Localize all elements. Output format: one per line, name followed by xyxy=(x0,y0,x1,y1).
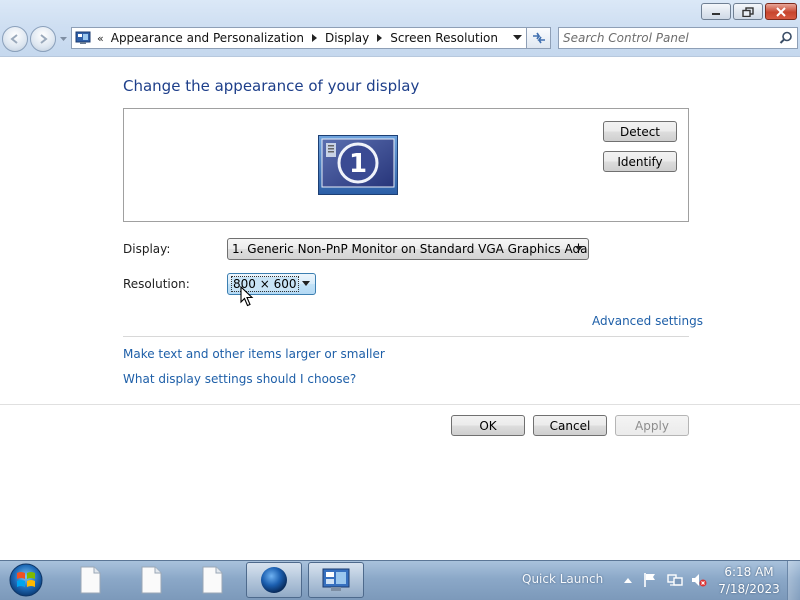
close-icon xyxy=(776,6,786,17)
breadcrumb-appearance[interactable]: Appearance and Personalization xyxy=(111,31,304,45)
control-panel-icon xyxy=(75,31,91,44)
search-icon[interactable] xyxy=(779,31,793,45)
ok-button[interactable]: OK xyxy=(451,415,525,436)
taskbar-item-document[interactable] xyxy=(184,562,240,598)
page-title: Change the appearance of your display xyxy=(123,77,420,95)
start-button[interactable] xyxy=(6,562,46,598)
chevron-down-icon xyxy=(302,281,310,286)
volume-muted-icon[interactable] xyxy=(691,572,707,588)
advanced-settings-link[interactable]: Advanced settings xyxy=(592,314,703,328)
search-input[interactable] xyxy=(563,30,773,46)
refresh-button[interactable] xyxy=(527,27,551,49)
breadcrumb-separator-icon[interactable] xyxy=(311,34,318,42)
section-divider xyxy=(123,336,689,337)
resolution-label: Resolution: xyxy=(123,277,190,291)
mouse-cursor-icon xyxy=(240,286,254,307)
refresh-icon xyxy=(532,32,545,44)
show-hidden-icons-icon[interactable] xyxy=(620,572,636,588)
globe-icon xyxy=(261,567,287,593)
document-icon xyxy=(202,566,223,594)
quick-launch-label[interactable]: Quick Launch xyxy=(522,572,603,586)
document-icon xyxy=(80,566,101,594)
show-desktop-button[interactable] xyxy=(787,561,800,600)
taskbar-item-browser[interactable] xyxy=(246,562,302,598)
display-select[interactable]: 1. Generic Non-PnP Monitor on Standard V… xyxy=(227,238,589,260)
apply-button[interactable]: Apply xyxy=(615,415,689,436)
identify-button[interactable]: Identify xyxy=(603,151,677,172)
cancel-button[interactable]: Cancel xyxy=(533,415,607,436)
breadcrumb-display[interactable]: Display xyxy=(325,31,369,45)
address-history-dropdown-icon[interactable] xyxy=(513,34,522,42)
taskbar-item-control-panel[interactable] xyxy=(308,562,364,598)
back-button[interactable] xyxy=(2,26,28,52)
recent-pages-dropdown[interactable] xyxy=(59,34,67,44)
minimize-icon xyxy=(712,12,720,15)
back-arrow-icon xyxy=(10,34,18,44)
minimize-button[interactable] xyxy=(701,3,731,20)
chevron-down-icon xyxy=(59,36,67,41)
flag-icon[interactable] xyxy=(642,572,658,588)
restore-icon xyxy=(742,6,754,17)
network-icon[interactable] xyxy=(667,572,683,588)
restore-button[interactable] xyxy=(733,3,763,20)
taskbar-clock[interactable]: 6:18 AM 7/18/2023 xyxy=(716,564,782,598)
forward-arrow-icon xyxy=(40,34,48,44)
taskbar-item-document[interactable] xyxy=(62,562,118,598)
forward-button[interactable] xyxy=(30,26,56,52)
display-select-value: 1. Generic Non-PnP Monitor on Standard V… xyxy=(232,242,588,256)
monitor-number: 1 xyxy=(349,149,367,179)
display-label: Display: xyxy=(123,242,171,256)
clock-date: 7/18/2023 xyxy=(718,582,780,596)
taskbar-item-document[interactable] xyxy=(123,562,179,598)
close-button[interactable] xyxy=(765,3,797,20)
breadcrumb-overflow[interactable]: « xyxy=(97,32,104,45)
document-icon xyxy=(141,566,162,594)
text-size-link[interactable]: Make text and other items larger or smal… xyxy=(123,347,385,361)
breadcrumb-screen-resolution[interactable]: Screen Resolution xyxy=(390,31,498,45)
search-box[interactable] xyxy=(558,27,798,49)
footer-divider xyxy=(0,404,800,405)
address-bar[interactable]: « Appearance and Personalization Display… xyxy=(71,27,527,49)
clock-time: 6:18 AM xyxy=(724,565,774,579)
display-help-link[interactable]: What display settings should I choose? xyxy=(123,372,356,386)
control-panel-icon xyxy=(322,568,350,591)
detect-button[interactable]: Detect xyxy=(603,121,677,142)
breadcrumb-separator-icon[interactable] xyxy=(377,34,383,42)
chevron-down-icon xyxy=(575,246,583,251)
monitor-1-icon[interactable]: 1 xyxy=(318,135,398,195)
